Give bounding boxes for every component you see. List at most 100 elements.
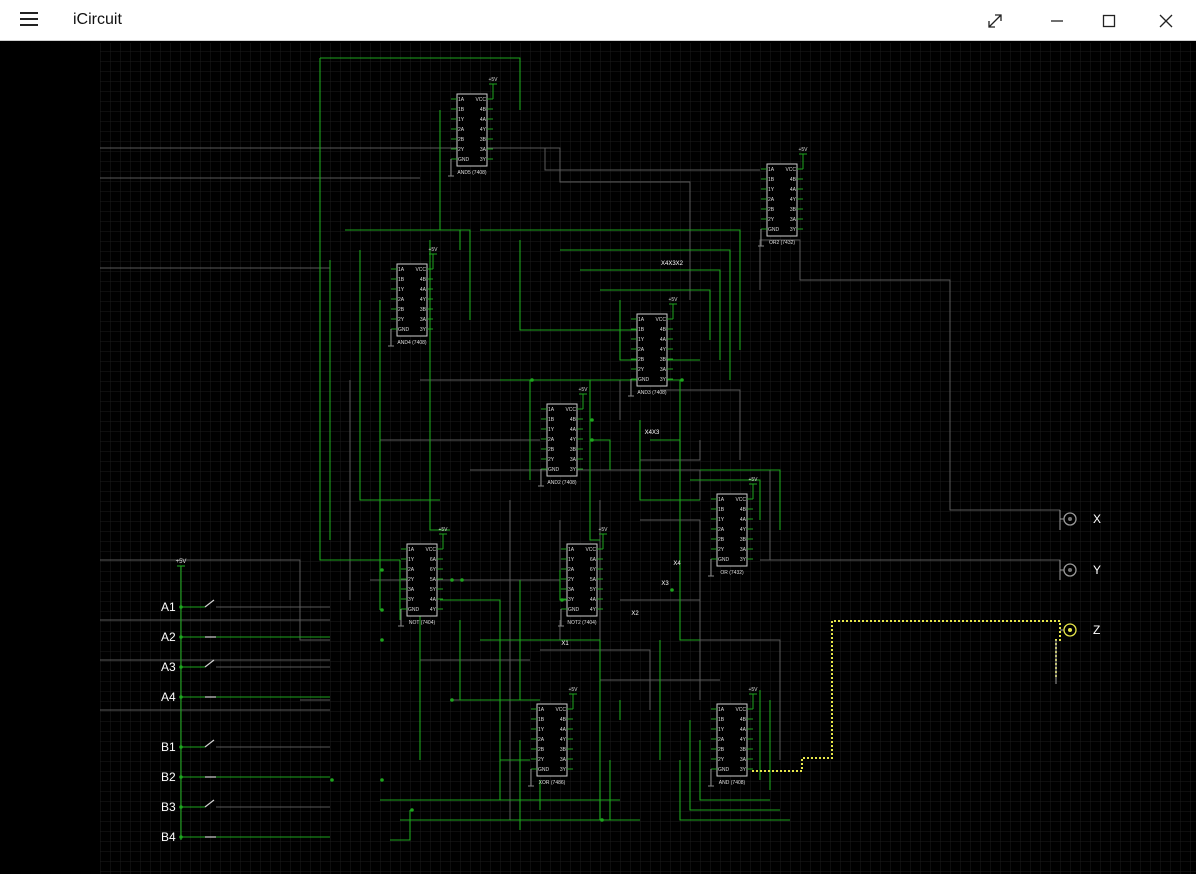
pin-label: 4Y xyxy=(430,607,437,613)
net-label: X2 xyxy=(631,611,639,617)
net-label: X4X3X2 xyxy=(661,261,684,267)
wire-junction xyxy=(450,698,454,702)
pin-label: 1B xyxy=(718,507,725,513)
pin-label: 4B xyxy=(740,717,747,723)
pin-label: 4A xyxy=(790,187,797,193)
power-label: +5V xyxy=(176,559,187,565)
pin-label: 6A xyxy=(430,557,437,563)
pin-label: 2A xyxy=(458,127,465,133)
power-label: +5V xyxy=(438,527,448,533)
pin-label: VCC xyxy=(735,707,746,713)
pin-label: 1B xyxy=(548,417,555,423)
pin-label: 3Y xyxy=(660,377,667,383)
pin-label: 4A xyxy=(590,597,597,603)
pin-label: 1Y xyxy=(548,427,555,433)
pin-label: 4A xyxy=(660,337,667,343)
pin-label: 2A xyxy=(568,567,575,573)
power-label: +5V xyxy=(568,687,578,693)
wire-junction xyxy=(670,588,674,592)
pin-label: 4B xyxy=(660,327,667,333)
pin-label: 2A xyxy=(768,197,775,203)
pin-label: 2B xyxy=(538,747,545,753)
wire-junction xyxy=(600,818,604,822)
pin-label: 4A xyxy=(430,597,437,603)
probe-label: X xyxy=(1093,512,1101,526)
pin-label: 1B xyxy=(638,327,645,333)
pin-label: GND xyxy=(768,227,780,233)
circuit-canvas[interactable]: 1A 1B 1Y 2A 2B 2Y GND VCC 4B 4A 4Y 3B 3A 3Y +5V AND5 (7… xyxy=(0,41,1196,874)
pin-label: 3Y xyxy=(790,227,797,233)
pin-label: GND xyxy=(458,157,470,163)
power-label: +5V xyxy=(428,247,438,253)
fullscreen-button[interactable] xyxy=(972,0,1018,41)
pin-label: 2B xyxy=(638,357,645,363)
wire-junction xyxy=(460,578,464,582)
pin-label: 3Y xyxy=(420,327,427,333)
pin-label: 3A xyxy=(740,547,747,553)
wire-junction xyxy=(590,418,594,422)
canvas-grid xyxy=(100,43,1196,874)
minimize-button[interactable] xyxy=(1034,0,1080,41)
maximize-button[interactable] xyxy=(1086,0,1132,41)
pin-label: GND xyxy=(538,767,550,773)
pin-label: GND xyxy=(568,607,580,613)
title-bar: iCircuit xyxy=(0,0,1196,41)
chip-name: AND4 (7408) xyxy=(397,340,427,346)
chip-name: OR (7432) xyxy=(720,570,744,576)
pin-label: 2Y xyxy=(638,367,645,373)
pin-label: 4B xyxy=(790,177,797,183)
switch-label: A4 xyxy=(161,690,176,704)
pin-label: 3Y xyxy=(568,597,575,603)
pin-label: 6Y xyxy=(590,567,597,573)
pin-label: 2A xyxy=(398,297,405,303)
pin-label: GND xyxy=(718,767,730,773)
pin-label: 3B xyxy=(420,307,427,313)
chip-name: OR2 (7432) xyxy=(769,240,795,246)
pin-label: 3Y xyxy=(570,467,577,473)
pin-label: 1B xyxy=(458,107,465,113)
pin-label: 2B xyxy=(768,207,775,213)
pin-label: 4B xyxy=(560,717,567,723)
power-label: +5V xyxy=(748,477,758,483)
pin-label: 3A xyxy=(408,587,415,593)
pin-label: 3A xyxy=(568,587,575,593)
pin-label: 4Y xyxy=(420,297,427,303)
power-label: +5V xyxy=(668,297,678,303)
pin-label: 1A xyxy=(408,547,415,553)
pin-label: 1Y xyxy=(568,557,575,563)
hamburger-menu-icon[interactable] xyxy=(20,12,38,26)
pin-label: VCC xyxy=(735,497,746,503)
pin-label: 3A xyxy=(790,217,797,223)
maximize-icon xyxy=(1102,14,1116,27)
pin-label: 4Y xyxy=(740,527,747,533)
wire-junction xyxy=(680,378,684,382)
net-label: X3 xyxy=(661,581,669,587)
pin-label: 2Y xyxy=(548,457,555,463)
switch-label: A1 xyxy=(161,600,176,614)
power-label: +5V xyxy=(578,387,588,393)
pin-label: 5Y xyxy=(430,587,437,593)
pin-label: 2B xyxy=(718,537,725,543)
pin-label: 2Y xyxy=(568,577,575,583)
pin-label: 1Y xyxy=(638,337,645,343)
pin-label: 2Y xyxy=(718,547,725,553)
close-icon xyxy=(1159,14,1173,27)
expand-diagonal-icon xyxy=(988,13,1002,28)
pin-label: 1A xyxy=(718,497,725,503)
pin-label: 2A xyxy=(408,567,415,573)
power-label: +5V xyxy=(598,527,608,533)
pin-label: 2Y xyxy=(408,577,415,583)
pin-label: 4Y xyxy=(560,737,567,743)
pin-label: 3B xyxy=(480,137,487,143)
pin-label: 3B xyxy=(560,747,567,753)
switch-label: B1 xyxy=(161,740,176,754)
app-title: iCircuit xyxy=(73,11,122,28)
pin-label: 1B xyxy=(718,717,725,723)
pin-label: 2A xyxy=(718,527,725,533)
pin-label: 1A xyxy=(768,167,775,173)
pin-label: 1A xyxy=(398,267,405,273)
pin-label: GND xyxy=(638,377,650,383)
close-button[interactable] xyxy=(1143,0,1189,41)
pin-label: VCC xyxy=(415,267,426,273)
pin-label: 3B xyxy=(740,537,747,543)
